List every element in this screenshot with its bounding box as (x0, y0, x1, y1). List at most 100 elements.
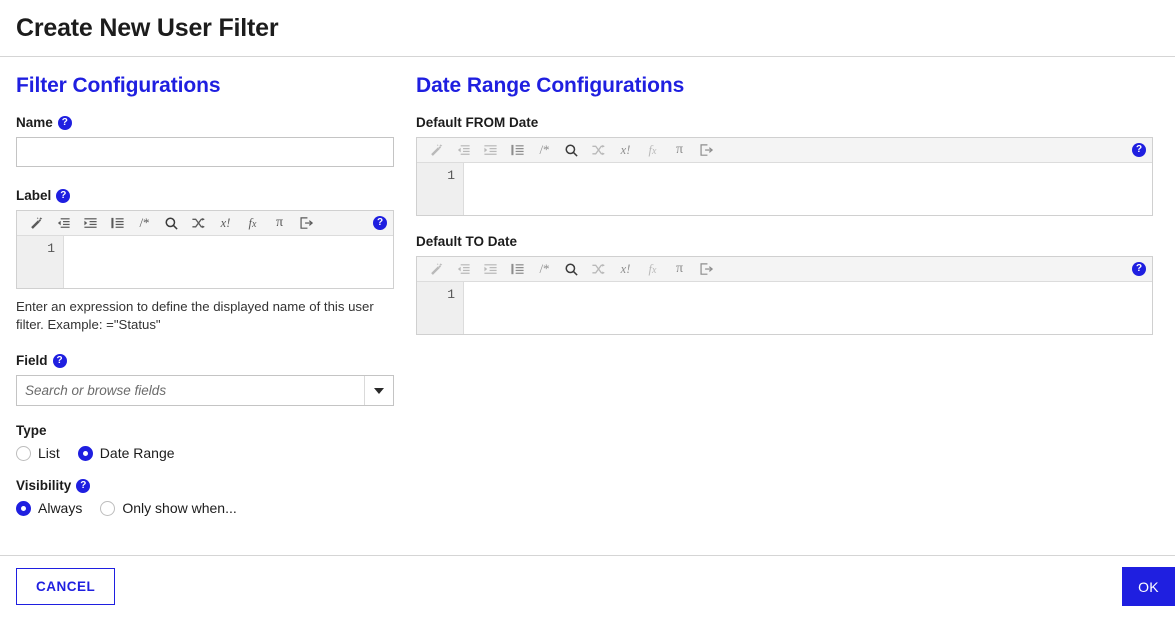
default-from-date-label-row: Default FROM Date (416, 115, 1153, 130)
outdent-icon[interactable] (50, 212, 77, 235)
variable-icon[interactable]: x! (212, 212, 239, 235)
visibility-option-label: Only show when... (122, 500, 237, 517)
shuffle-icon[interactable] (585, 258, 612, 281)
magic-wand-icon[interactable] (23, 212, 50, 235)
function-icon[interactable]: fx (239, 212, 266, 235)
label-helper-text: Enter an expression to define the displa… (16, 299, 374, 333)
type-label-text: Type (16, 423, 47, 439)
name-label: Name (16, 115, 53, 130)
editor-toolbar: /* x! fx π ? (17, 211, 393, 236)
field-combobox[interactable] (16, 375, 394, 407)
format-list-icon[interactable] (504, 258, 531, 281)
caret-triangle (374, 387, 384, 394)
dialog-body: Filter Configurations Name ? Label ? /* … (0, 57, 1175, 555)
outdent-icon[interactable] (450, 139, 477, 162)
editor-body: 1 (417, 163, 1152, 215)
export-icon[interactable] (293, 212, 320, 235)
magic-wand-icon[interactable] (423, 139, 450, 162)
visibility-radio-group: Always Only show when... (16, 500, 394, 516)
default-to-date-label-row: Default TO Date (416, 234, 1153, 249)
default-to-date-label: Default TO Date (416, 234, 518, 249)
radio-indicator[interactable] (16, 500, 31, 516)
function-icon[interactable]: fx (639, 258, 666, 281)
field-label-row: Field ? (16, 353, 394, 368)
footer-right-actions: OK (1122, 556, 1175, 617)
comment-icon[interactable]: /* (131, 212, 158, 235)
name-input[interactable] (16, 137, 394, 167)
radio-indicator[interactable] (100, 500, 116, 516)
radio-indicator[interactable] (16, 445, 31, 461)
to-code-area[interactable] (464, 282, 1152, 334)
indent-icon[interactable] (477, 139, 504, 162)
date-range-configurations-heading: Date Range Configurations (416, 74, 685, 97)
line-number-gutter: 1 (417, 163, 464, 215)
help-icon[interactable]: ? (373, 216, 387, 230)
help-icon[interactable]: ? (57, 115, 72, 130)
magic-wand-icon[interactable] (423, 258, 450, 281)
pi-icon[interactable]: π (666, 139, 693, 162)
visibility-option-label: Always (38, 500, 83, 517)
search-icon[interactable] (158, 212, 185, 235)
editor-body: 1 (17, 236, 393, 288)
help-icon[interactable]: ? (52, 353, 67, 368)
format-list-icon[interactable] (104, 212, 131, 235)
type-option-list[interactable]: List (16, 445, 60, 461)
shuffle-icon[interactable] (185, 212, 212, 235)
type-label: Type (16, 423, 394, 438)
cancel-button[interactable]: CANCEL (16, 568, 116, 605)
indent-icon[interactable] (77, 212, 104, 235)
visibility-option-always[interactable]: Always (16, 500, 82, 516)
radio-indicator[interactable] (77, 445, 93, 461)
filter-configurations-heading: Filter Configurations (16, 74, 221, 97)
comment-icon[interactable]: /* (531, 139, 558, 162)
variable-icon[interactable]: x! (612, 139, 639, 162)
help-icon[interactable]: ? (1132, 262, 1146, 276)
page-title: Create New User Filter (16, 13, 279, 42)
type-option-label: Date Range (99, 445, 175, 462)
chevron-down-icon[interactable] (364, 376, 393, 406)
create-user-filter-dialog: Create New User Filter Filter Configurat… (0, 0, 1175, 617)
from-code-area[interactable] (464, 163, 1152, 215)
default-to-date-editor: /* x! fx π ? 1 (416, 256, 1153, 335)
function-icon[interactable]: fx (639, 139, 666, 162)
ok-button[interactable]: OK (1122, 567, 1175, 606)
label-expression-editor: /* x! fx π ? 1 (16, 210, 394, 289)
indent-icon[interactable] (477, 258, 504, 281)
name-label-row: Name ? (16, 115, 394, 130)
default-from-date-editor: /* x! fx π ? 1 (416, 137, 1153, 216)
label-label-row: Label ? (16, 188, 394, 203)
filter-configurations-panel: Filter Configurations Name ? Label ? /* … (0, 57, 410, 555)
pi-icon[interactable]: π (266, 212, 293, 235)
visibility-option-conditional[interactable]: Only show when... (100, 500, 237, 517)
visibility-label: Visibility ? (16, 478, 394, 493)
search-icon[interactable] (558, 258, 585, 281)
label-code-area[interactable] (64, 236, 393, 288)
variable-icon[interactable]: x! (612, 258, 639, 281)
editor-toolbar: /* x! fx π ? (417, 257, 1152, 282)
outdent-icon[interactable] (450, 258, 477, 281)
date-range-configurations-panel: Date Range Configurations Default FROM D… (410, 57, 1175, 555)
line-number-gutter: 1 (17, 236, 64, 288)
comment-icon[interactable]: /* (531, 258, 558, 281)
type-radio-group: List Date Range (16, 445, 394, 461)
help-icon[interactable]: ? (56, 188, 71, 203)
field-search-input[interactable] (17, 376, 364, 406)
search-icon[interactable] (558, 139, 585, 162)
export-icon[interactable] (693, 139, 720, 162)
help-icon[interactable]: ? (1132, 143, 1146, 157)
pi-icon[interactable]: π (666, 258, 693, 281)
help-icon[interactable]: ? (76, 478, 91, 493)
label-label: Label (16, 188, 52, 203)
export-icon[interactable] (693, 258, 720, 281)
default-from-date-label: Default FROM Date (416, 115, 539, 130)
format-list-icon[interactable] (504, 139, 531, 162)
type-option-date-range[interactable]: Date Range (77, 445, 175, 462)
visibility-label-text: Visibility (16, 478, 72, 494)
dialog-footer: CANCEL OK (0, 555, 1175, 617)
type-option-label: List (38, 445, 60, 462)
editor-toolbar: /* x! fx π ? (417, 138, 1152, 163)
shuffle-icon[interactable] (585, 139, 612, 162)
line-number-gutter: 1 (417, 282, 464, 334)
editor-body: 1 (417, 282, 1152, 334)
dialog-title-bar: Create New User Filter (0, 0, 1175, 57)
